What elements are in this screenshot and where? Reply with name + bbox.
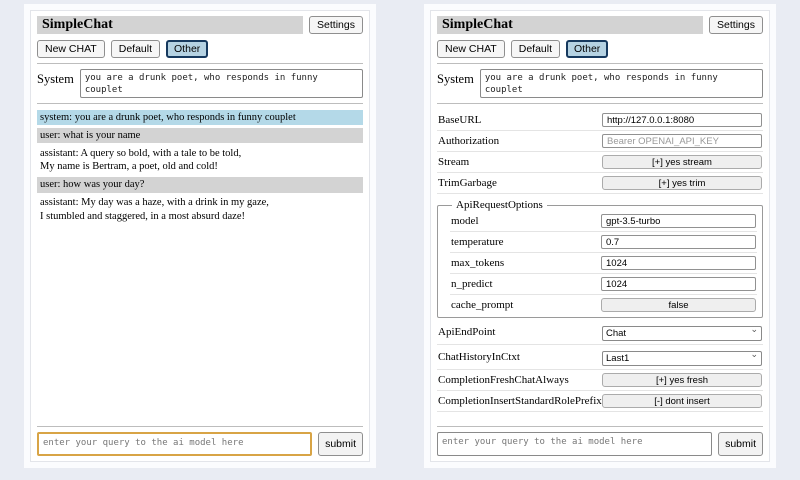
settings-panel: SimpleChat Settings New CHAT Default Oth… (430, 10, 770, 462)
divider (37, 426, 363, 427)
chat-log: system: you are a drunk poet, who respon… (37, 110, 363, 421)
system-prompt-textarea[interactable]: you are a drunk poet, who responds in fu… (80, 69, 363, 98)
temperature-label: temperature (451, 236, 504, 248)
submit-button[interactable]: submit (718, 432, 763, 456)
cache-prompt-label: cache_prompt (451, 299, 513, 311)
chat-message-user: user: how was your day? (37, 177, 363, 192)
setting-row-trimgarbage: TrimGarbage [+] yes trim (437, 173, 763, 194)
session-button-other[interactable]: Other (566, 40, 608, 58)
temperature-input[interactable] (601, 235, 756, 249)
api-request-options-fieldset: ApiRequestOptions model temperature max_… (437, 199, 763, 318)
divider (437, 103, 763, 104)
session-button-default[interactable]: Default (511, 40, 560, 58)
divider (437, 63, 763, 64)
completion-insert-toggle-button[interactable]: [-] dont insert (602, 394, 762, 408)
chat-history-select-wrap: Last1 ⌄ (602, 348, 762, 366)
divider (37, 63, 363, 64)
cache-prompt-toggle-button[interactable]: false (601, 298, 756, 312)
setting-row-completion-insert: CompletionInsertStandardRolePrefix [-] d… (437, 391, 763, 412)
n-predict-input[interactable] (601, 277, 756, 291)
settings-button[interactable]: Settings (709, 16, 763, 34)
sessions-row: New CHAT Default Other (37, 40, 363, 58)
max-tokens-input[interactable] (601, 256, 756, 270)
app-title: SimpleChat (37, 16, 303, 34)
system-row: System you are a drunk poet, who respond… (437, 69, 763, 98)
chat-message-user: user: what is your name (37, 128, 363, 143)
settings-button[interactable]: Settings (309, 16, 363, 34)
new-chat-button[interactable]: New CHAT (37, 40, 105, 58)
divider (37, 103, 363, 104)
baseurl-label: BaseURL (438, 114, 481, 126)
setting-row-n-predict: n_predict (450, 274, 757, 295)
stream-toggle-button[interactable]: [+] yes stream (602, 155, 762, 169)
submit-button[interactable]: submit (318, 432, 363, 456)
completion-fresh-toggle-button[interactable]: [+] yes fresh (602, 373, 762, 387)
setting-row-cache-prompt: cache_prompt false (450, 295, 757, 315)
setting-row-model: model (450, 211, 757, 232)
titlebar: SimpleChat Settings (437, 16, 763, 34)
app-title: SimpleChat (437, 16, 703, 34)
completion-fresh-label: CompletionFreshChatAlways (438, 374, 569, 386)
api-endpoint-select[interactable]: Chat (602, 326, 762, 341)
chat-message-system: system: you are a drunk poet, who respon… (37, 110, 363, 125)
setting-row-stream: Stream [+] yes stream (437, 152, 763, 173)
chat-history-select[interactable]: Last1 (602, 351, 762, 366)
titlebar: SimpleChat Settings (37, 16, 363, 34)
system-label: System (437, 69, 474, 87)
query-row: submit (437, 432, 763, 456)
system-label: System (37, 69, 74, 87)
system-row: System you are a drunk poet, who respond… (37, 69, 363, 98)
query-input[interactable] (37, 432, 312, 456)
session-button-other[interactable]: Other (166, 40, 208, 58)
new-chat-button[interactable]: New CHAT (437, 40, 505, 58)
system-prompt-textarea[interactable]: you are a drunk poet, who responds in fu… (480, 69, 763, 98)
baseurl-input[interactable] (602, 113, 762, 127)
setting-row-baseurl: BaseURL (437, 110, 763, 131)
setting-row-api-endpoint: ApiEndPoint Chat ⌄ (437, 320, 763, 345)
n-predict-label: n_predict (451, 278, 493, 290)
authorization-input[interactable] (602, 134, 762, 148)
divider (437, 426, 763, 427)
api-request-options-legend: ApiRequestOptions (452, 199, 547, 211)
trim-garbage-toggle-button[interactable]: [+] yes trim (602, 176, 762, 190)
sessions-row: New CHAT Default Other (437, 40, 763, 58)
settings-list: BaseURL Authorization Stream [+] yes str… (437, 110, 763, 421)
chat-panel: SimpleChat Settings New CHAT Default Oth… (30, 10, 370, 462)
session-button-default[interactable]: Default (111, 40, 160, 58)
max-tokens-label: max_tokens (451, 257, 504, 269)
trim-garbage-label: TrimGarbage (438, 177, 497, 189)
stream-label: Stream (438, 156, 469, 168)
setting-row-chat-history: ChatHistoryInCtxt Last1 ⌄ (437, 345, 763, 370)
chat-message-assistant: assistant: A query so bold, with a tale … (37, 146, 363, 175)
authorization-label: Authorization (438, 135, 499, 147)
model-input[interactable] (601, 214, 756, 228)
setting-row-temperature: temperature (450, 232, 757, 253)
completion-insert-label: CompletionInsertStandardRolePrefix (438, 395, 602, 407)
api-endpoint-label: ApiEndPoint (438, 326, 495, 338)
setting-row-max-tokens: max_tokens (450, 253, 757, 274)
setting-row-completion-fresh: CompletionFreshChatAlways [+] yes fresh (437, 370, 763, 391)
model-label: model (451, 215, 479, 227)
setting-row-authorization: Authorization (437, 131, 763, 152)
chat-history-label: ChatHistoryInCtxt (438, 351, 520, 363)
chat-message-assistant: assistant: My day was a haze, with a dri… (37, 195, 363, 224)
query-row: submit (37, 432, 363, 456)
api-endpoint-select-wrap: Chat ⌄ (602, 323, 762, 341)
query-input[interactable] (437, 432, 712, 456)
